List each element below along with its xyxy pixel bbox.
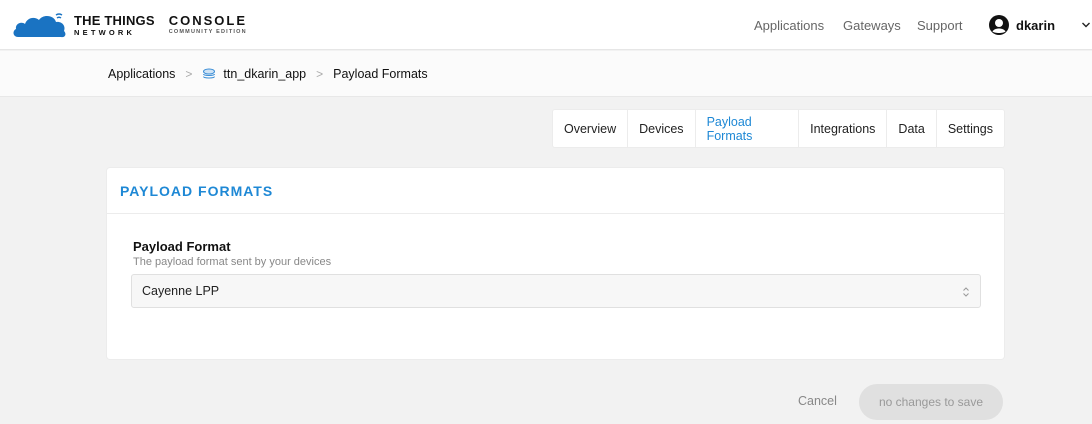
nav-support[interactable]: Support [917, 0, 963, 50]
breadcrumb-app-label: ttn_dkarin_app [223, 67, 307, 81]
ttn-logo[interactable]: THE THINGS NETWORK CONSOLE COMMUNITY EDI… [12, 10, 247, 40]
console-main: CONSOLE [168, 13, 248, 29]
select-arrows-icon [963, 287, 969, 297]
tab-devices[interactable]: Devices [628, 110, 696, 147]
nav-gateways[interactable]: Gateways [843, 0, 901, 50]
cancel-button[interactable]: Cancel [798, 394, 837, 408]
nav-gateways-link[interactable]: Gateways [843, 18, 901, 33]
application-tabs: Overview Devices Payload Formats Integra… [553, 110, 1004, 147]
application-stack-icon [203, 68, 216, 79]
save-button[interactable]: no changes to save [859, 384, 1003, 420]
brand-line2: NETWORK [74, 27, 136, 37]
user-avatar-icon [989, 15, 1009, 35]
nav-applications[interactable]: Applications [754, 0, 824, 50]
payload-format-value: Cayenne LPP [142, 284, 220, 298]
card-header: PAYLOAD FORMATS [107, 168, 1004, 214]
user-menu[interactable]: dkarin [988, 14, 1055, 36]
nav-support-link[interactable]: Support [917, 18, 963, 33]
payload-formats-card: PAYLOAD FORMATS Payload Format The paylo… [107, 168, 1004, 359]
breadcrumb-separator: > [316, 67, 324, 81]
top-navigation-bar: THE THINGS NETWORK CONSOLE COMMUNITY EDI… [0, 0, 1092, 50]
tab-overview[interactable]: Overview [553, 110, 629, 147]
brand-name: THE THINGS NETWORK [74, 14, 155, 37]
tab-integrations[interactable]: Integrations [799, 110, 888, 147]
card-title: PAYLOAD FORMATS [120, 182, 274, 199]
console-subtitle: COMMUNITY EDITION [168, 29, 247, 36]
user-name: dkarin [1016, 17, 1056, 33]
breadcrumb-bar: Applications > ttn_dkarin_app > Payload … [0, 51, 1092, 97]
chevron-down-icon[interactable] [1081, 20, 1091, 30]
payload-format-label: Payload Format [133, 239, 231, 254]
breadcrumb-app[interactable]: ttn_dkarin_app [202, 67, 306, 81]
tab-settings[interactable]: Settings [937, 110, 1004, 147]
breadcrumb-payload-formats: Payload Formats [333, 67, 428, 81]
payload-format-description: The payload format sent by your devices [133, 256, 332, 268]
breadcrumb-separator: > [185, 67, 193, 81]
tab-payload-formats[interactable]: Payload Formats [696, 110, 800, 147]
nav-applications-link[interactable]: Applications [754, 18, 824, 33]
tab-data[interactable]: Data [887, 110, 937, 147]
breadcrumb: Applications > ttn_dkarin_app > Payload … [108, 51, 428, 97]
console-title: CONSOLE COMMUNITY EDITION [169, 14, 247, 36]
cloud-logo-icon [13, 13, 66, 38]
brand-line1: THE THINGS [74, 12, 155, 28]
payload-format-select[interactable]: Cayenne LPP [131, 274, 981, 308]
breadcrumb-applications[interactable]: Applications [108, 67, 175, 81]
